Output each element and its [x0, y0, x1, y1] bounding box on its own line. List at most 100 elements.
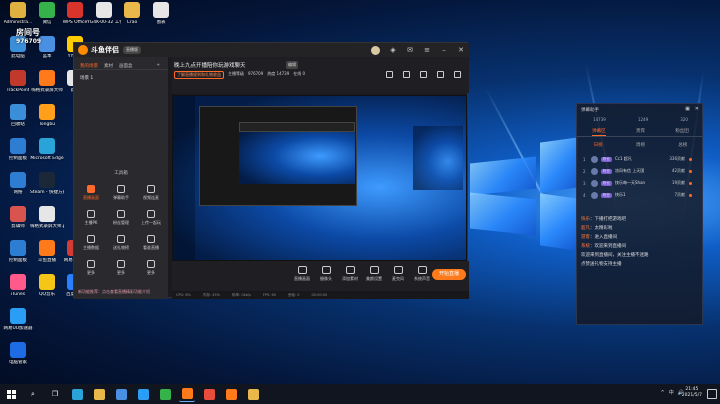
- clock[interactable]: 21:45 2021/5/7: [682, 387, 702, 399]
- folder-icon[interactable]: [245, 386, 261, 402]
- toolbox-item[interactable]: 上传一起玩: [136, 210, 166, 232]
- file-explorer-icon[interactable]: [91, 386, 107, 402]
- chat-user[interactable]: 超凡: [581, 226, 590, 231]
- recorder-icon[interactable]: [223, 386, 239, 402]
- chrome-icon[interactable]: [201, 386, 217, 402]
- bottom-tool[interactable]: 直播画面: [290, 266, 314, 288]
- desktop-icon[interactable]: YG4K-00-32 工作资料: [87, 2, 121, 40]
- toolbox-item[interactable]: 直播画面: [76, 185, 106, 207]
- toolbox-item[interactable]: 更多: [136, 260, 166, 282]
- desktop-icon-label: 蓝本: [42, 54, 52, 59]
- desktop-icon[interactable]: TrackPoint: [3, 70, 33, 108]
- tab-danmaku[interactable]: 弹幕区: [592, 128, 606, 136]
- douyu-icon[interactable]: [179, 386, 195, 402]
- online-count: 在线 0: [293, 71, 306, 76]
- bottom-tool[interactable]: 摄像头: [314, 266, 338, 288]
- bottom-tool[interactable]: 美颜设置: [362, 266, 386, 288]
- bottom-tool[interactable]: 麦克风: [386, 266, 410, 288]
- start-button[interactable]: [0, 384, 22, 404]
- lock-icon[interactable]: [386, 71, 393, 78]
- live-preview[interactable]: [172, 95, 467, 261]
- desktop-icon[interactable]: WPS Office: [60, 2, 90, 40]
- chat-user[interactable]: 游客: [581, 235, 590, 240]
- chat-user[interactable]: 快乐: [581, 217, 590, 222]
- add-scene-icon[interactable]: +: [156, 63, 160, 69]
- layout-icon[interactable]: [403, 71, 410, 78]
- tab-daily[interactable]: 日榜: [594, 142, 603, 148]
- desktop-icon[interactable]: 网易UU加速器: [3, 308, 33, 346]
- desktop-icon[interactable]: Microsoft Edge: [30, 138, 64, 176]
- pin-icon[interactable]: ▣: [685, 106, 690, 112]
- menu-icon[interactable]: ≡: [423, 46, 431, 54]
- rank-row[interactable]: 1 粉丝 Cc1 超凡 336贡献: [583, 154, 699, 164]
- bottom-tool[interactable]: 添加素材: [338, 266, 362, 288]
- tray-expand-icon[interactable]: ^: [661, 390, 665, 396]
- skin-icon[interactable]: ◈: [389, 46, 397, 54]
- scene-item[interactable]: 场景 1: [80, 75, 93, 81]
- ime-indicator[interactable]: 中: [669, 389, 674, 396]
- tab-assets[interactable]: 素材: [104, 63, 113, 69]
- chat-text: ：太精彩啦: [590, 226, 613, 231]
- toolbox-item[interactable]: 粉丝管理: [106, 210, 136, 232]
- rank-row[interactable]: 2 粉丝 凉风有信 上天国 42贡献: [583, 166, 699, 176]
- bell-icon[interactable]: [437, 71, 444, 78]
- toolbox-item[interactable]: 主播PK: [76, 210, 106, 232]
- fullscreen-icon[interactable]: [420, 71, 427, 78]
- toolbox-item[interactable]: 主播数据: [76, 235, 106, 257]
- desktop-icon[interactable]: QQ音乐: [32, 274, 62, 312]
- rank-row[interactable]: 4 粉丝 快乐1 7贡献: [583, 190, 699, 200]
- desktop-icon[interactable]: Crao: [117, 2, 147, 40]
- task-view-icon[interactable]: ❐: [47, 386, 63, 402]
- minimize-icon[interactable]: –: [440, 46, 448, 54]
- desktop-icon[interactable]: 斗鱼直播: [32, 240, 62, 278]
- desktop-icon[interactable]: 图表: [146, 2, 176, 40]
- toolbox-item[interactable]: 送礼物榜: [106, 235, 136, 257]
- store-icon[interactable]: [113, 386, 129, 402]
- wechat-icon[interactable]: [157, 386, 173, 402]
- desktop-icon[interactable]: Tongbu: [32, 104, 62, 142]
- stream-title[interactable]: 晚上九点开播陪你玩游戏聊天: [174, 61, 246, 69]
- chat-user[interactable]: 系统: [581, 244, 590, 249]
- message-icon[interactable]: ✉: [406, 46, 414, 54]
- qq-icon[interactable]: [135, 386, 151, 402]
- desktop-icon[interactable]: 控制面板: [3, 240, 33, 278]
- danmaku-assistant-panel[interactable]: 弹幕助手 ▣ ✕ 14739 1249 320 弹幕区 贵宾 粉丝团 日榜 周榜…: [576, 103, 704, 325]
- desktop-icon[interactable]: 嗨格式录屏大师: [31, 70, 63, 108]
- share-icon[interactable]: [454, 71, 461, 78]
- toolbox-item[interactable]: 视频连麦: [136, 185, 166, 207]
- tab-total[interactable]: 总榜: [678, 142, 687, 148]
- rules-link[interactable]: 了解直播规则和礼物收益: [174, 71, 224, 79]
- desktop-icon[interactable]: Steam - 快捷方式: [30, 172, 64, 210]
- close-icon[interactable]: ✕: [457, 46, 465, 54]
- tab-layout[interactable]: 画面盒: [119, 63, 133, 69]
- toolbox-item[interactable]: 更多: [76, 260, 106, 282]
- app-titlebar[interactable]: 斗鱼伴侣 直播版 ◈ ✉ ≡ – ✕: [74, 43, 469, 57]
- desktop-icon[interactable]: 网络: [3, 172, 33, 210]
- avatar[interactable]: [371, 46, 380, 55]
- fan-badge: 粉丝: [601, 180, 612, 186]
- edit-title-button[interactable]: 编辑: [286, 61, 298, 69]
- desktop-icon[interactable]: 控制面板: [3, 138, 33, 176]
- desktop-icon[interactable]: 剪辑师: [3, 206, 33, 244]
- toolbox-item[interactable]: 看谁直播: [136, 235, 166, 257]
- live-companion-window[interactable]: 斗鱼伴侣 直播版 ◈ ✉ ≡ – ✕ 我的场景 素材 画面盒 + 场景 1 工具…: [73, 42, 469, 299]
- desktop-icon[interactable]: 回收站: [3, 104, 33, 142]
- bottom-tool[interactable]: 系统声音: [410, 266, 434, 288]
- desktop-icon[interactable]: 嗨格式录屏大师.pos: [30, 206, 64, 244]
- close-icon[interactable]: ✕: [695, 106, 699, 112]
- tab-weekly[interactable]: 周榜: [636, 142, 645, 148]
- go-live-button[interactable]: 开始直播: [432, 269, 466, 280]
- edge-icon[interactable]: [69, 386, 85, 402]
- desktop-icon[interactable]: iTunes: [3, 274, 33, 312]
- tab-scenes[interactable]: 我的场景: [80, 63, 98, 69]
- tab-fanclub[interactable]: 粉丝团: [675, 128, 689, 136]
- notification-icon[interactable]: [707, 389, 717, 399]
- notice-banner[interactable]: 新功能推荐：点击查看直播精彩功能介绍: [78, 289, 164, 297]
- app-brand-tag: 直播版: [123, 46, 141, 54]
- toolbox-item[interactable]: 弹幕助手: [106, 185, 136, 207]
- toolbox-item[interactable]: 更多: [106, 260, 136, 282]
- rank-row[interactable]: 3 粉丝 快乐每一天Shan 19贡献: [583, 178, 699, 188]
- desktop-icon[interactable]: 电脑管家: [3, 342, 33, 380]
- tab-vip[interactable]: 贵宾: [636, 128, 645, 136]
- search-icon[interactable]: ⌕: [25, 386, 41, 402]
